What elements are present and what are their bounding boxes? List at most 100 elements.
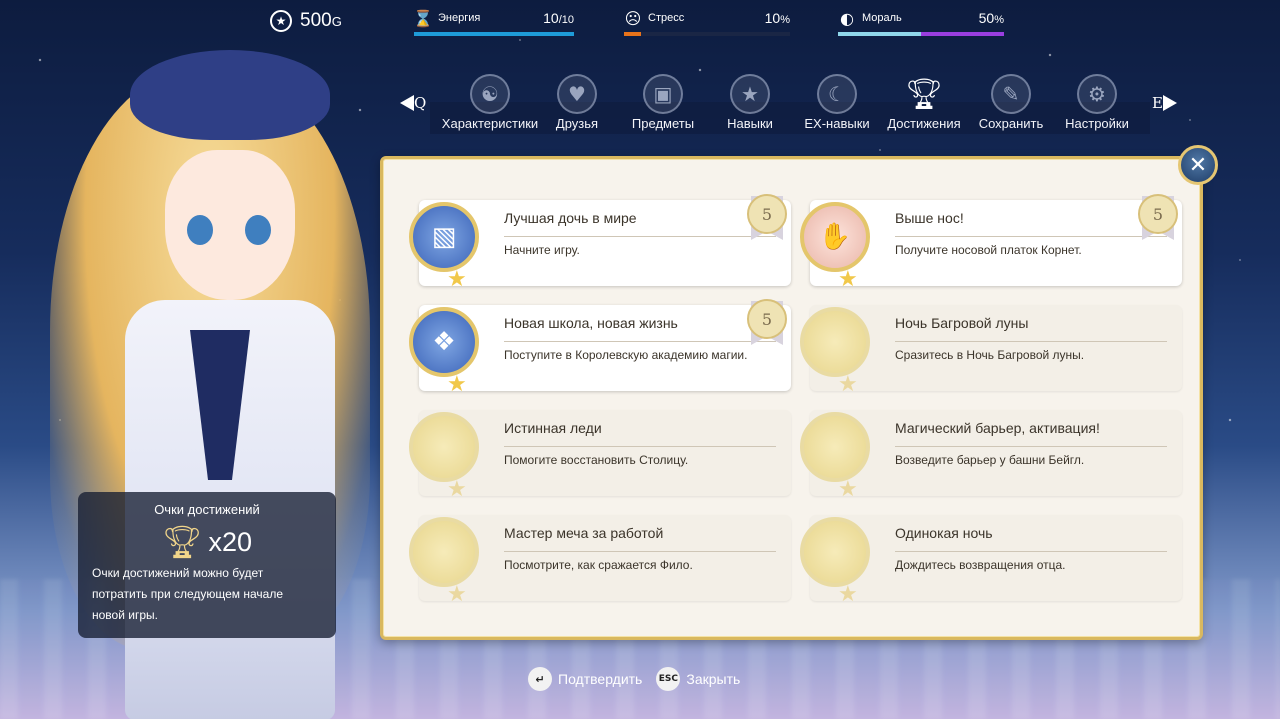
- star-icon: ★: [838, 267, 858, 292]
- points-value: x20: [208, 526, 253, 557]
- achievement-card[interactable]: ❖ ★ Новая школа, новая жизнь Поступите в…: [409, 299, 791, 397]
- stress-face-icon: ☹: [624, 8, 642, 28]
- enter-key-icon: ↵: [528, 667, 552, 691]
- morale-mask-icon: ◐: [840, 8, 854, 28]
- points-desc-line: новой игры.: [92, 608, 158, 622]
- star-icon: ★: [838, 477, 858, 502]
- nav-next-button[interactable]: E: [1152, 94, 1177, 112]
- tab-skills[interactable]: ★ Навыки: [700, 74, 800, 131]
- close-icon: ✕: [1188, 152, 1208, 178]
- achievement-desc: Начните игру.: [504, 243, 580, 257]
- points-desc-line: Очки достижений можно будет: [92, 566, 264, 580]
- divider: [504, 551, 776, 552]
- divider: [895, 551, 1167, 552]
- locked-badge: [800, 412, 870, 482]
- arrow-right-icon: [1162, 95, 1177, 111]
- close-button[interactable]: ✕: [1178, 145, 1218, 185]
- tab-settings[interactable]: ⚙ Настройки: [1047, 74, 1147, 131]
- morale-bar: [838, 32, 1004, 36]
- achievement-points: 5: [1138, 194, 1178, 234]
- arrow-left-icon: [400, 95, 414, 111]
- achievement-card-locked[interactable]: ★ Истинная леди Помогите восстановить Ст…: [409, 410, 791, 502]
- divider: [504, 446, 776, 447]
- tab-ex-skills[interactable]: ☾ EX-навыки: [787, 74, 887, 131]
- achievement-card-locked[interactable]: ★ Одинокая ночь Дождитесь возвращения от…: [800, 515, 1182, 607]
- achievement-card-locked[interactable]: ★ Магический барьер, активация! Возведит…: [800, 410, 1182, 502]
- handkerchief-icon: ✋: [818, 222, 852, 252]
- skills-icon: ★: [730, 74, 770, 114]
- achievement-points: 5: [747, 194, 787, 234]
- stress-number: 10: [764, 10, 781, 26]
- close-label: Закрыть: [686, 671, 741, 687]
- achievement-title: Лучшая дочь в мире: [504, 210, 637, 226]
- tab-items[interactable]: ▣ Предметы: [613, 74, 713, 131]
- tab-achievements[interactable]: 🏆︎ Достижения: [874, 74, 974, 132]
- gold-value: 500: [300, 10, 332, 31]
- character-hat: [130, 50, 330, 140]
- star-icon: ★: [838, 372, 858, 397]
- achievement-title: Магический барьер, активация!: [895, 420, 1100, 436]
- energy-value: 10/10: [543, 10, 574, 26]
- morale-stat: ◐ Мораль 50%: [838, 8, 1004, 36]
- nav-prev-button[interactable]: Q: [400, 94, 426, 112]
- morale-label: Мораль: [862, 12, 902, 24]
- esc-key-icon: ESC: [656, 667, 681, 691]
- achievement-title: Мастер меча за работой: [504, 525, 664, 541]
- stress-unit: %: [780, 14, 790, 26]
- energy-stat: ⌛ Энергия 10/10: [413, 8, 574, 36]
- close-hint[interactable]: ESC Закрыть: [656, 667, 740, 691]
- tab-label: EX-навыки: [804, 116, 870, 131]
- stress-bar: [624, 32, 790, 36]
- trophy-icon: 🏆︎: [161, 523, 203, 561]
- achievement-title: Одинокая ночь: [895, 525, 993, 541]
- achievement-card-locked[interactable]: ★ Мастер меча за работой Посмотрите, как…: [409, 515, 791, 607]
- tab-label: Предметы: [631, 116, 695, 131]
- energy-max: /10: [558, 14, 574, 26]
- tab-characteristics[interactable]: ☯ Характеристики: [440, 74, 540, 131]
- achievement-points: 5: [747, 299, 787, 339]
- morale-unit: %: [994, 14, 1004, 26]
- items-icon: ▣: [643, 74, 683, 114]
- locked-badge: [409, 517, 479, 587]
- gold-amount: 500G: [300, 10, 342, 32]
- energy-current: 10: [543, 10, 559, 26]
- divider: [504, 236, 776, 237]
- points-title: Очки достижений: [154, 502, 260, 517]
- stress-bar-fill: [624, 32, 641, 36]
- friends-icon: ♥: [557, 74, 597, 114]
- achievement-title: Истинная леди: [504, 420, 602, 436]
- achievement-desc: Получите носовой платок Корнет.: [895, 243, 1082, 257]
- tab-label: Навыки: [727, 116, 773, 131]
- nav-next-key: E: [1152, 94, 1163, 112]
- star-icon: ★: [447, 267, 467, 292]
- divider: [895, 446, 1167, 447]
- achievement-desc: Поступите в Королевскую академию магии.: [504, 348, 748, 362]
- tab-label: Достижения: [887, 116, 961, 131]
- gold-display: ★ 500G: [270, 10, 342, 32]
- achievement-card[interactable]: ▧ ★ Лучшая дочь в мире Начните игру. 5: [409, 194, 791, 292]
- star-icon: ★: [838, 582, 858, 607]
- divider: [504, 341, 776, 342]
- confirm-hint[interactable]: ↵ Подтвердить: [528, 667, 642, 691]
- tab-save[interactable]: ✎ Сохранить: [961, 74, 1061, 131]
- achievements-panel: ▧ ★ Лучшая дочь в мире Начните игру. 5 ✋…: [380, 156, 1203, 640]
- stress-stat: ☹ Стресс 10%: [624, 8, 790, 36]
- achievement-card-locked[interactable]: ★ Ночь Багровой луны Сразитесь в Ночь Ба…: [800, 305, 1182, 397]
- achievement-card[interactable]: ✋ ★ Выше нос! Получите носовой платок Ко…: [800, 194, 1182, 292]
- ex-skills-icon: ☾: [817, 74, 857, 114]
- tab-label: Сохранить: [978, 116, 1044, 131]
- divider: [895, 341, 1167, 342]
- achievement-desc: Дождитесь возвращения отца.: [895, 558, 1066, 572]
- energy-bar: [414, 32, 574, 36]
- morale-value: 50%: [979, 10, 1004, 26]
- achievement-desc: Посмотрите, как сражается Фило.: [504, 558, 693, 572]
- scroll-icon: ❖: [432, 327, 456, 357]
- coin-icon: ★: [270, 10, 292, 32]
- stats-icon: ☯: [470, 74, 510, 114]
- morale-bar-fill: [921, 32, 1004, 36]
- achievement-badge: ▧: [409, 202, 479, 272]
- tab-friends[interactable]: ♥ Друзья: [527, 74, 627, 131]
- achievement-title: Ночь Багровой луны: [895, 315, 1029, 331]
- stress-label: Стресс: [648, 12, 685, 24]
- achievement-badge: ✋: [800, 202, 870, 272]
